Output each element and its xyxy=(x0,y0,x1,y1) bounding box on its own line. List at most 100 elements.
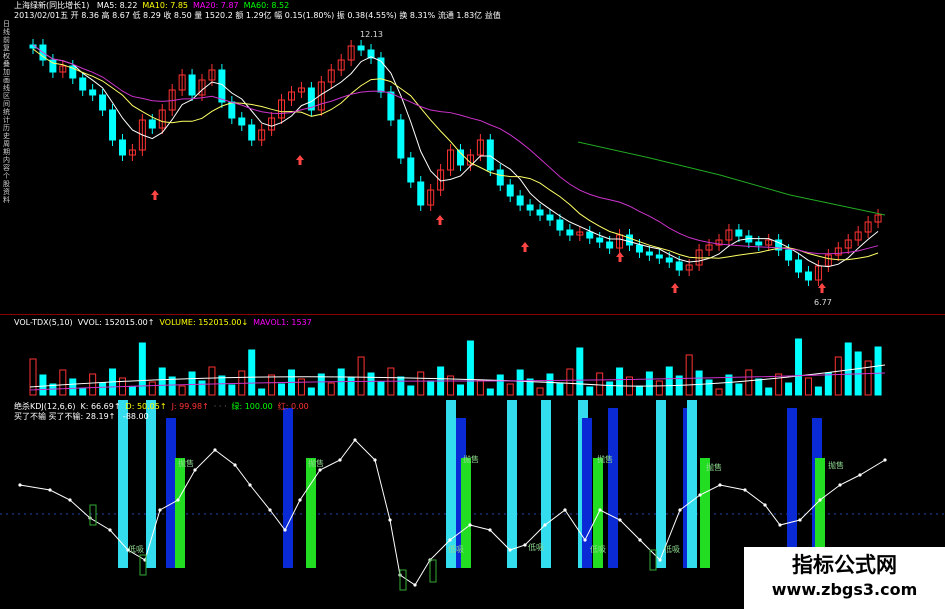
candle-body xyxy=(526,204,534,211)
signal-label: 低吸 xyxy=(448,544,464,554)
candlestick-chart[interactable] xyxy=(0,0,945,315)
volume-bar xyxy=(566,368,574,396)
volume-bar xyxy=(775,373,783,396)
kdj-point xyxy=(248,483,252,487)
candle-body xyxy=(417,181,425,206)
candle-body xyxy=(516,195,524,206)
candle-body xyxy=(804,271,812,281)
kdj-point xyxy=(563,508,567,512)
candle-body xyxy=(586,231,594,239)
volume-bar xyxy=(307,387,315,396)
volume-bar xyxy=(268,374,276,396)
signal-bar xyxy=(306,458,316,568)
kdj-candle xyxy=(399,569,407,591)
candle-body xyxy=(645,251,653,256)
kdj-header-row: 绝杀KDJ(12,6,6) K: 66.69↑ D: 50.05↑ J: 99.98↑… xyxy=(14,402,314,412)
volume-bar xyxy=(99,382,107,396)
candle-body xyxy=(118,139,126,156)
buy-arrow-icon xyxy=(818,283,826,293)
candle-body xyxy=(635,244,643,253)
signal-bar xyxy=(283,408,293,568)
signal-label: 低吸 xyxy=(664,544,680,554)
buy-arrow-icon xyxy=(616,252,624,262)
volume-bar xyxy=(427,380,435,396)
volume-bar xyxy=(297,378,305,396)
signal-label: 抛售 xyxy=(597,454,613,464)
volume-bar xyxy=(496,374,504,396)
volume-bar xyxy=(128,386,136,396)
kdj-point xyxy=(778,523,782,527)
kdj-point xyxy=(298,498,302,502)
volume-bar xyxy=(417,371,425,396)
volume-bar xyxy=(466,340,474,396)
ma20-line xyxy=(32,44,879,255)
candle-body xyxy=(248,124,256,141)
vol-item: MAVOL1: 1537 xyxy=(253,318,312,327)
candle-body xyxy=(546,214,554,221)
ma-item: MA10: 7.85 xyxy=(142,1,189,10)
kdj-point xyxy=(678,508,682,512)
kdj-subheader-row: 买了不输 买了不输: 28.19↑ -88.00 xyxy=(14,412,154,422)
kdj-point xyxy=(883,458,887,462)
volume-bar xyxy=(327,382,335,396)
side-toolbar-labels[interactable]: 日线 前复权 叠加 画线 区间统计 历史 周期 内容 个股资料 xyxy=(3,20,12,204)
candle-body xyxy=(506,184,514,197)
kdj-point xyxy=(718,483,722,487)
signal-bar xyxy=(507,400,517,568)
candle-body xyxy=(675,261,683,271)
volume-bar xyxy=(357,356,365,396)
signal-bar xyxy=(700,458,710,568)
kdj-point xyxy=(373,458,377,462)
buy-arrow-icon xyxy=(296,155,304,165)
volume-bar xyxy=(586,386,594,396)
ma-item: MA60: 8.52 xyxy=(243,1,290,10)
kdj-point xyxy=(338,458,342,462)
volume-bar xyxy=(705,379,713,396)
volume-bar xyxy=(785,382,793,396)
kdj-point xyxy=(488,528,492,532)
volume-bar xyxy=(735,383,743,396)
volume-bar xyxy=(576,347,584,396)
signal-bar xyxy=(787,408,797,568)
price-header-row: 上海绿新(同比增长1) MA5: 8.22 MA10: 7.85 MA20: 7.8… xyxy=(14,1,299,11)
volume-panel[interactable]: VOL-TDX(5,10) VVOL: 152015.00↑ VOLUME: 152… xyxy=(0,315,945,400)
candle-body xyxy=(665,257,673,263)
signal-bar xyxy=(146,400,156,568)
kdj-point xyxy=(598,508,602,512)
price-chart-panel[interactable]: 上海绿新(同比增长1) MA5: 8.22 MA10: 7.85 MA20: 7.8… xyxy=(0,0,945,315)
signal-label: 抛售 xyxy=(828,460,844,470)
kdj-point xyxy=(468,523,472,527)
kdj-point xyxy=(618,518,622,522)
signal-label: 低吸 xyxy=(590,544,606,554)
volume-bar xyxy=(148,381,156,396)
kdj-point xyxy=(838,483,842,487)
volume-bar xyxy=(814,386,822,396)
ma-item: MA5: 8.22 xyxy=(96,1,138,10)
volume-bar xyxy=(367,372,375,396)
candle-body xyxy=(606,241,614,249)
kdj-point xyxy=(176,498,180,502)
volume-bar xyxy=(556,382,564,396)
candle-body xyxy=(99,94,107,111)
kdj-point xyxy=(818,498,822,502)
kdj-point xyxy=(68,498,72,502)
kdj-item: · · · xyxy=(213,402,227,411)
kdj-point xyxy=(638,538,642,542)
kdj-item: J: 99.98↑ xyxy=(171,402,209,411)
kdj-point xyxy=(413,583,417,587)
volume-bar xyxy=(755,378,763,396)
signal-label: 抛售 xyxy=(706,462,722,472)
volume-bar xyxy=(536,387,544,396)
kdj-point xyxy=(283,528,287,532)
signal-bar xyxy=(656,400,666,568)
signal-bar xyxy=(687,400,697,568)
volume-bar xyxy=(158,367,166,396)
volume-bar xyxy=(804,377,812,396)
volume-bar xyxy=(655,380,663,396)
volume-bar xyxy=(248,349,256,396)
candle-body xyxy=(566,229,574,236)
kdj-item: K: 66.69↑ xyxy=(80,402,121,411)
kdj-candle xyxy=(429,559,437,583)
volume-bar xyxy=(616,367,624,396)
signal-label: 低吸 xyxy=(528,542,544,552)
